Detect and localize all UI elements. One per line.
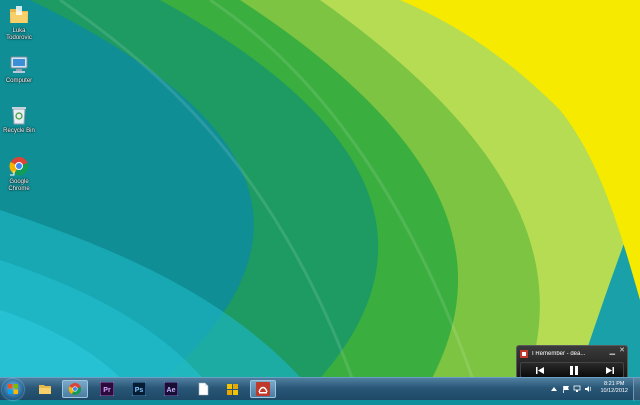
clock-time: 8:21 PM — [603, 381, 625, 387]
media-title-row: I Remember - dea... — [520, 348, 624, 359]
notepad-icon — [198, 382, 209, 396]
chrome-icon — [68, 383, 82, 395]
volume-icon[interactable] — [584, 385, 592, 393]
desktop-icon-computer[interactable]: Computer — [0, 54, 38, 85]
desktop-icon-label: Recycle Bin — [3, 128, 35, 134]
desktop-icon-label: Google Chrome — [8, 179, 30, 192]
action-center-flag-icon[interactable] — [562, 385, 570, 393]
start-button[interactable] — [2, 379, 24, 400]
after-effects-icon-text: Ae — [167, 387, 176, 394]
media-player-icon — [256, 382, 270, 396]
desktop-icon-label: Luka Todorovic — [6, 28, 32, 41]
taskbar-explorer-button[interactable] — [34, 380, 56, 398]
explorer-icon — [39, 385, 51, 394]
media-app-icon — [520, 349, 528, 358]
photoshop-icon-text: Ps — [135, 387, 144, 394]
windows-start-icon — [8, 384, 18, 394]
after-effects-icon: Ae — [164, 382, 178, 396]
taskbar-chrome-button[interactable] — [62, 380, 88, 398]
next-track-icon[interactable] — [605, 366, 615, 375]
taskbar-yellow-folder-button[interactable] — [222, 380, 244, 398]
taskbar-media-player-button[interactable] — [250, 380, 276, 398]
chrome-icon — [9, 157, 29, 176]
desktop-wallpaper — [0, 0, 640, 400]
media-track-title: I Remember - dea... — [532, 350, 586, 357]
folder-icon — [10, 6, 28, 23]
taskbar-premiere-button[interactable]: Pr — [96, 380, 118, 398]
taskbar-notepad-button[interactable] — [192, 380, 214, 398]
previous-track-icon[interactable] — [535, 366, 545, 375]
premiere-icon: Pr — [100, 382, 114, 396]
clock-date: 10/12/2012 — [600, 388, 628, 394]
desktop-icon-recycle-bin[interactable]: Recycle Bin — [0, 104, 38, 135]
desktop-icon-chrome[interactable]: Google Chrome — [0, 155, 38, 193]
premiere-icon-text: Pr — [103, 387, 111, 394]
photoshop-icon: Ps — [132, 382, 146, 396]
show-hidden-icons-icon[interactable] — [550, 385, 558, 393]
system-tray: 8:21 PM 10/12/2012 — [546, 378, 640, 401]
taskbar-after-effects-button[interactable]: Ae — [160, 380, 182, 398]
media-player-widget: I Remember - dea... ▁ ✕ — [516, 345, 628, 381]
desktop-icon-label: Computer — [5, 78, 33, 84]
show-desktop-button[interactable] — [633, 378, 640, 401]
minimize-icon[interactable]: ▁ — [610, 347, 615, 355]
taskbar: Pr Ps Ae 8:21 PM 10/12/2012 — [0, 377, 640, 401]
computer-icon — [10, 56, 28, 73]
recycle-bin-icon — [12, 107, 26, 125]
yellow-folder-icon — [227, 384, 238, 395]
close-icon[interactable]: ✕ — [619, 346, 625, 354]
taskbar-photoshop-button[interactable]: Ps — [128, 380, 150, 398]
network-icon[interactable] — [573, 385, 581, 393]
media-controls — [520, 362, 624, 378]
pause-icon[interactable] — [568, 366, 580, 375]
clock[interactable]: 8:21 PM 10/12/2012 — [600, 381, 628, 395]
desktop-icon-user-folder[interactable]: Luka Todorovic — [0, 4, 38, 42]
